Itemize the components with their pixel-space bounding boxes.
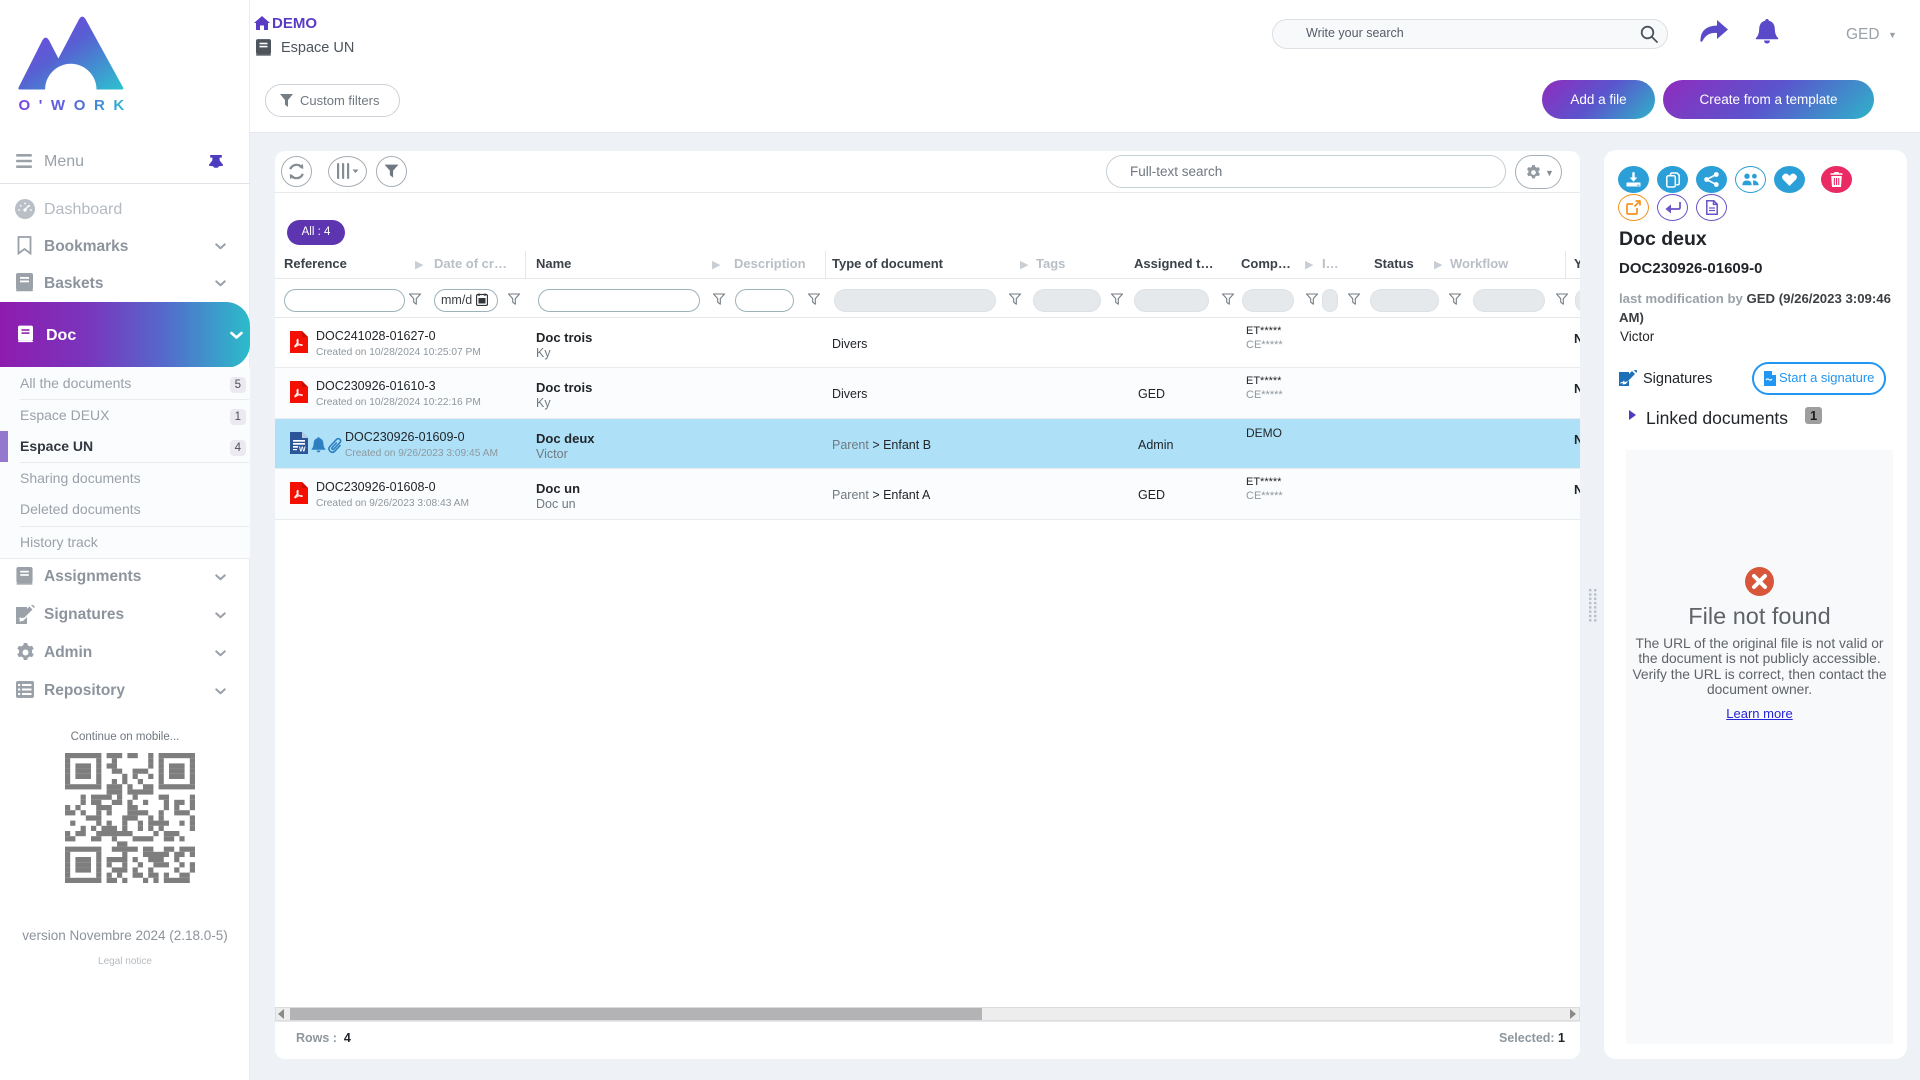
svg-text:W: W <box>299 447 306 454</box>
svg-text:O'WORK: O'WORK <box>19 97 133 113</box>
